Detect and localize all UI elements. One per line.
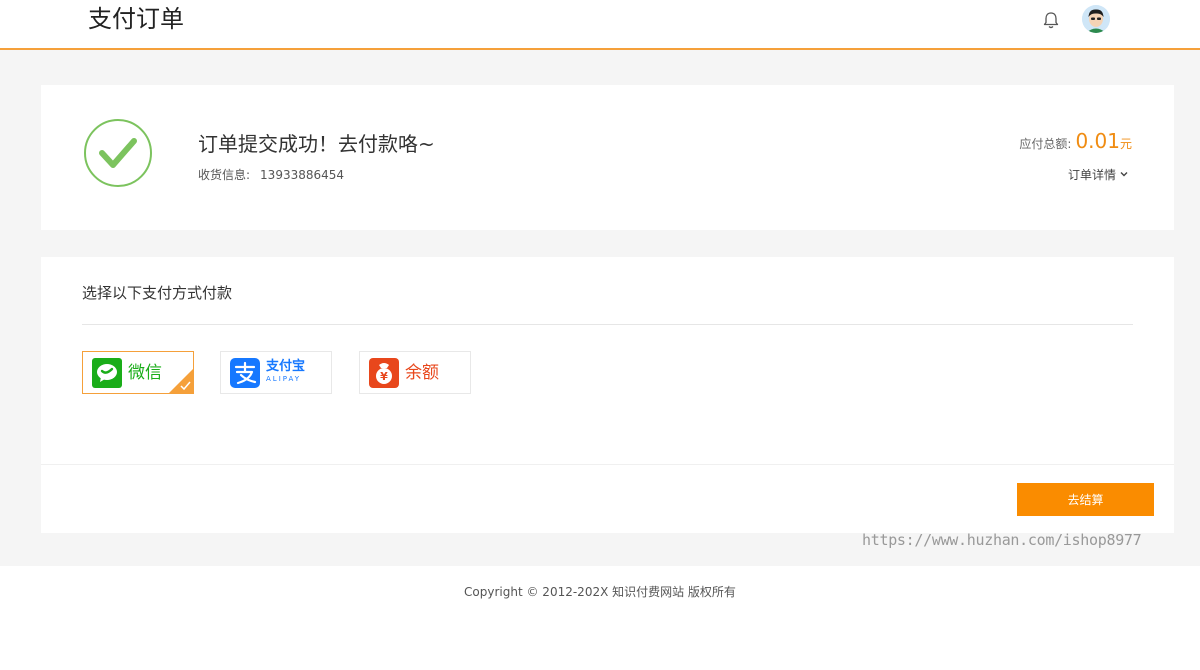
payment-heading: 选择以下支付方式付款 xyxy=(82,284,233,302)
order-detail-toggle[interactable]: 订单详情 xyxy=(1068,166,1128,183)
amount-value: 0.01 xyxy=(1075,129,1120,153)
success-title: 订单提交成功！去付款咯~ xyxy=(198,132,435,156)
amount-due: 应付总额: 0.01元 xyxy=(1019,129,1132,153)
receipt-info: 收货信息: 13933886454 xyxy=(198,167,344,183)
alipay-icon xyxy=(230,358,260,388)
chevron-down-icon xyxy=(1120,172,1128,177)
amount-unit: 元 xyxy=(1119,137,1132,151)
payment-method-alipay[interactable]: 支付宝 ALIPAY xyxy=(220,351,332,394)
wechat-label: 微信 xyxy=(128,363,162,383)
selected-check-icon xyxy=(169,369,193,393)
page-title: 支付订单 xyxy=(88,5,184,33)
balance-label: 余额 xyxy=(405,363,439,383)
payment-method-wechat[interactable]: 微信 xyxy=(82,351,194,394)
receipt-phone: 13933886454 xyxy=(260,168,345,182)
order-detail-label: 订单详情 xyxy=(1067,168,1116,182)
svg-text:¥: ¥ xyxy=(380,370,388,383)
user-avatar[interactable] xyxy=(1082,5,1110,33)
payment-method-balance[interactable]: ¥ 余额 xyxy=(359,351,471,394)
wechat-icon xyxy=(92,358,122,388)
bell-icon[interactable] xyxy=(1040,9,1062,31)
payment-card: 选择以下支付方式付款 微信 支付宝 ALIPAY ¥ 余额 去结算 xyxy=(41,257,1174,533)
check-circle-icon xyxy=(83,118,153,188)
checkout-button[interactable]: 去结算 xyxy=(1017,483,1154,516)
receipt-label: 收货信息: xyxy=(198,168,251,182)
top-header: 支付订单 xyxy=(0,0,1200,50)
amount-label: 应付总额: xyxy=(1019,137,1072,151)
divider xyxy=(41,464,1174,465)
balance-icon: ¥ xyxy=(369,358,399,388)
alipay-wordmark: 支付宝 ALIPAY xyxy=(266,359,305,384)
alipay-sublabel: ALIPAY xyxy=(266,375,302,383)
order-success-card: 订单提交成功！去付款咯~ 收货信息: 13933886454 应付总额: 0.01元… xyxy=(41,85,1174,230)
watermark-text: https://www.huzhan.com/ishop8977 xyxy=(862,531,1142,549)
divider xyxy=(82,324,1133,325)
alipay-label: 支付宝 xyxy=(266,359,306,374)
footer-copyright: Copyright © 2012-202X 知识付费网站 版权所有 xyxy=(464,585,736,599)
